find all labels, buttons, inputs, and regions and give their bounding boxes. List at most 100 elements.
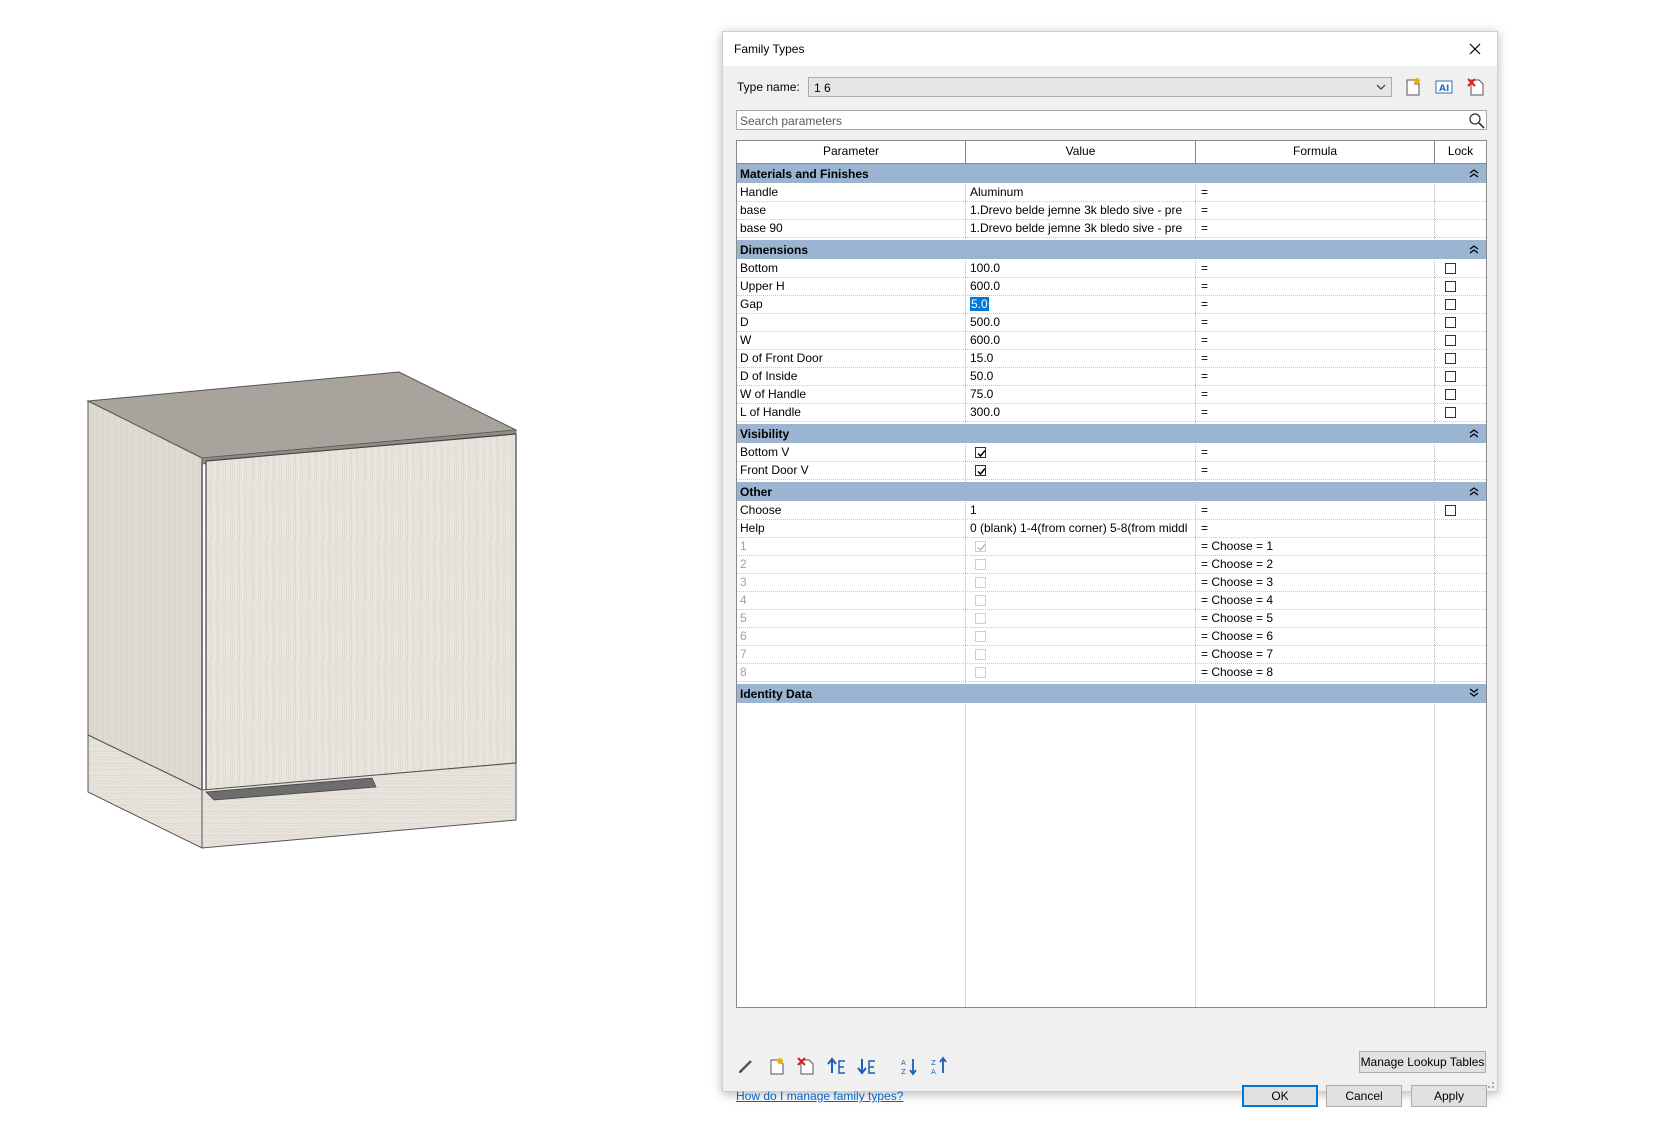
delete-type-icon[interactable] (1465, 76, 1487, 98)
group-header[interactable]: Identity Data (737, 684, 1486, 703)
column-header-formula[interactable]: Formula (1196, 141, 1435, 163)
parameter-formula[interactable]: = Choose = 8 (1201, 664, 1431, 681)
pencil-icon[interactable] (735, 1055, 757, 1077)
expand-chevron-icon[interactable] (1468, 687, 1480, 699)
column-header-lock[interactable]: Lock (1435, 141, 1486, 163)
lock-checkbox[interactable] (1445, 389, 1456, 400)
parameter-row[interactable]: Choose 1 = (737, 502, 1486, 520)
help-link[interactable]: How do I manage family types? (736, 1089, 903, 1103)
parameter-formula[interactable]: = (1201, 278, 1431, 295)
parameter-value[interactable]: 5.0 (970, 296, 1195, 313)
parameter-row[interactable]: 8 = Choose = 8 (737, 664, 1486, 682)
parameter-row[interactable]: 7 = Choose = 7 (737, 646, 1486, 664)
type-name-dropdown[interactable]: 1 6 (808, 77, 1392, 97)
parameter-formula[interactable]: = (1201, 386, 1431, 403)
move-up-icon[interactable] (826, 1055, 848, 1077)
lock-checkbox[interactable] (1445, 407, 1456, 418)
parameter-row[interactable]: 5 = Choose = 5 (737, 610, 1486, 628)
search-parameters-input[interactable]: Search parameters (736, 110, 1487, 130)
parameter-formula[interactable]: = (1201, 202, 1431, 219)
parameter-formula[interactable]: = Choose = 6 (1201, 628, 1431, 645)
parameter-formula[interactable]: = Choose = 7 (1201, 646, 1431, 663)
close-icon[interactable] (1461, 35, 1489, 63)
cancel-button[interactable]: Cancel (1326, 1085, 1402, 1107)
manage-lookup-tables-button[interactable]: Manage Lookup Tables (1359, 1051, 1486, 1073)
sort-descending-icon[interactable]: ZA (929, 1055, 951, 1077)
parameter-row[interactable]: Bottom 100.0 = (737, 260, 1486, 278)
parameter-row[interactable]: W 600.0 = (737, 332, 1486, 350)
parameter-row[interactable]: D of Front Door 15.0 = (737, 350, 1486, 368)
parameter-value[interactable]: 100.0 (970, 260, 1195, 277)
parameter-formula[interactable]: = (1201, 520, 1431, 537)
parameter-row[interactable]: L of Handle 300.0 = (737, 404, 1486, 422)
collapse-chevron-icon[interactable] (1468, 485, 1480, 497)
parameter-formula[interactable]: = Choose = 4 (1201, 592, 1431, 609)
parameter-row[interactable]: Handle Aluminum = (737, 184, 1486, 202)
parameter-formula[interactable]: = (1201, 296, 1431, 313)
column-header-value[interactable]: Value (966, 141, 1196, 163)
parameter-formula[interactable]: = (1201, 462, 1431, 479)
parameter-value[interactable]: 1.Drevo belde jemne 3k bledo sive - pre (970, 220, 1195, 237)
parameter-formula[interactable]: = (1201, 260, 1431, 277)
parameter-row[interactable]: base 90 1.Drevo belde jemne 3k bledo sive… (737, 220, 1486, 238)
value-checkbox[interactable] (975, 465, 986, 476)
parameter-value[interactable]: 1 (970, 502, 1195, 519)
lock-checkbox[interactable] (1445, 371, 1456, 382)
parameter-formula[interactable]: = (1201, 444, 1431, 461)
lock-checkbox[interactable] (1445, 335, 1456, 346)
parameter-row[interactable]: 1 = Choose = 1 (737, 538, 1486, 556)
sort-ascending-icon[interactable]: AZ (899, 1055, 921, 1077)
parameter-formula[interactable]: = Choose = 5 (1201, 610, 1431, 627)
parameter-value[interactable]: 50.0 (970, 368, 1195, 385)
lock-checkbox[interactable] (1445, 299, 1456, 310)
column-header-parameter[interactable]: Parameter (737, 141, 966, 163)
parameter-row[interactable]: W of Handle 75.0 = (737, 386, 1486, 404)
new-type-icon[interactable] (1401, 76, 1423, 98)
value-checkbox[interactable] (975, 447, 986, 458)
group-header[interactable]: Materials and Finishes (737, 164, 1486, 183)
parameter-row[interactable]: Help 0 (blank) 1-4(from corner) 5-8(from … (737, 520, 1486, 538)
parameter-row[interactable]: Bottom V = (737, 444, 1486, 462)
lock-checkbox[interactable] (1445, 263, 1456, 274)
new-parameter-icon[interactable] (765, 1055, 787, 1077)
parameter-formula[interactable]: = Choose = 1 (1201, 538, 1431, 555)
parameter-row[interactable]: Front Door V = (737, 462, 1486, 480)
delete-parameter-icon[interactable] (795, 1055, 817, 1077)
parameter-formula[interactable]: = (1201, 314, 1431, 331)
model-viewport[interactable] (0, 0, 700, 1141)
parameter-formula[interactable]: = (1201, 184, 1431, 201)
parameter-value[interactable]: 1.Drevo belde jemne 3k bledo sive - pre (970, 202, 1195, 219)
lock-checkbox[interactable] (1445, 505, 1456, 516)
collapse-chevron-icon[interactable] (1468, 243, 1480, 255)
parameter-formula[interactable]: = (1201, 220, 1431, 237)
rename-type-icon[interactable]: AI (1433, 76, 1455, 98)
parameter-row[interactable]: 2 = Choose = 2 (737, 556, 1486, 574)
parameter-formula[interactable]: = (1201, 332, 1431, 349)
parameter-formula[interactable]: = (1201, 404, 1431, 421)
collapse-chevron-icon[interactable] (1468, 167, 1480, 179)
parameter-row[interactable]: Gap 5.0 = (737, 296, 1486, 314)
parameter-value[interactable]: 15.0 (970, 350, 1195, 367)
apply-button[interactable]: Apply (1411, 1085, 1487, 1107)
parameter-row[interactable]: 3 = Choose = 3 (737, 574, 1486, 592)
parameter-formula[interactable]: = (1201, 350, 1431, 367)
parameter-value[interactable]: 0 (blank) 1-4(from corner) 5-8(from midd… (970, 520, 1195, 537)
parameter-formula[interactable]: = (1201, 368, 1431, 385)
parameter-row[interactable]: 4 = Choose = 4 (737, 592, 1486, 610)
resize-grip-icon[interactable] (1485, 1079, 1495, 1089)
group-header[interactable]: Other (737, 482, 1486, 501)
parameter-formula[interactable]: = (1201, 502, 1431, 519)
parameter-row[interactable]: D of Inside 50.0 = (737, 368, 1486, 386)
parameter-value[interactable]: 600.0 (970, 332, 1195, 349)
ok-button[interactable]: OK (1242, 1085, 1318, 1107)
lock-checkbox[interactable] (1445, 281, 1456, 292)
parameter-row[interactable]: Upper H 600.0 = (737, 278, 1486, 296)
lock-checkbox[interactable] (1445, 317, 1456, 328)
parameter-value[interactable]: 75.0 (970, 386, 1195, 403)
parameter-formula[interactable]: = Choose = 2 (1201, 556, 1431, 573)
parameter-value[interactable]: Aluminum (970, 184, 1195, 201)
parameter-row[interactable]: 6 = Choose = 6 (737, 628, 1486, 646)
group-header[interactable]: Dimensions (737, 240, 1486, 259)
parameter-value[interactable]: 300.0 (970, 404, 1195, 421)
parameter-value[interactable]: 600.0 (970, 278, 1195, 295)
